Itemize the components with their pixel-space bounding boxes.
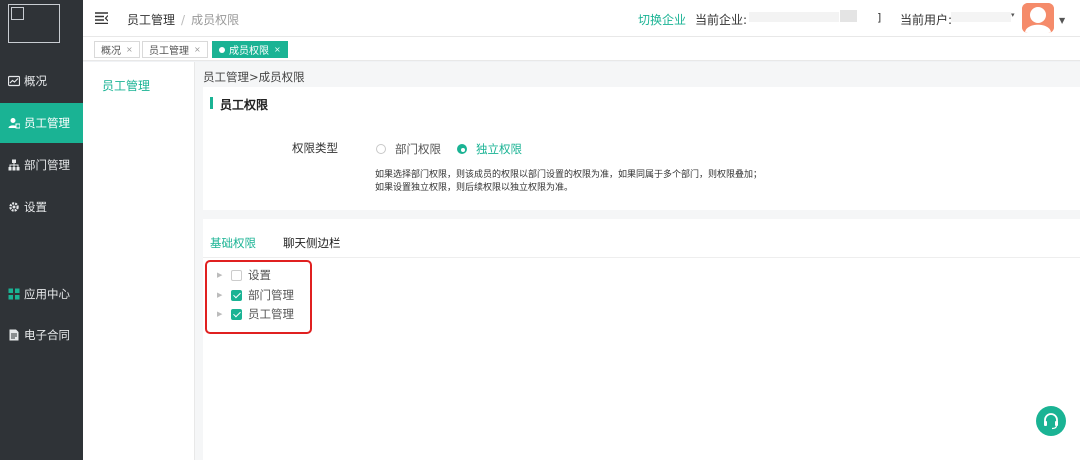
- sidebar-item-e-contract[interactable]: 电子合同: [0, 315, 83, 355]
- document-icon: [8, 329, 20, 341]
- radio-label: 独立权限: [476, 142, 522, 156]
- tab-label: 概况: [101, 46, 121, 57]
- page-breadcrumb: 员工管理>成员权限: [203, 70, 305, 84]
- switch-company-link[interactable]: 切换企业: [638, 11, 686, 28]
- sidebar-item-employees[interactable]: 员工管理: [0, 103, 83, 143]
- menu-toggle-icon[interactable]: [95, 12, 109, 25]
- chart-icon: [8, 75, 20, 87]
- sidebar-item-overview[interactable]: 概况: [0, 61, 83, 101]
- radio-label: 部门权限: [395, 142, 441, 156]
- close-icon[interactable]: ×: [274, 45, 281, 54]
- section-accent-bar: [210, 97, 213, 109]
- tab-chat-sidebar[interactable]: 聊天侧边栏: [283, 235, 341, 251]
- sidebar-item-label: 概况: [24, 74, 47, 88]
- org-chart-icon: [8, 159, 20, 171]
- annotation-highlight-box: [205, 260, 312, 334]
- tab-label: 员工管理: [149, 46, 189, 57]
- tab-member-permissions[interactable]: 成员权限 ×: [212, 41, 288, 58]
- logo-placeholder: [8, 4, 60, 43]
- breadcrumb-separator: /: [181, 13, 186, 27]
- gear-icon: [8, 201, 20, 213]
- permission-hint: 如果选择部门权限，则该成员的权限以部门设置的权限为准，如果同属于多个部门，则权限…: [375, 170, 763, 193]
- avatar[interactable]: [1022, 3, 1054, 33]
- permission-tree-card: 基础权限 聊天侧边栏 ▶ 设置 ▶ 部门管理 ▶ 员工管理: [203, 219, 1080, 460]
- top-header: 员工管理 / 成员权限 切换企业 当前企业: ] 当前用户: ▾ ▼: [83, 0, 1080, 37]
- tabs-divider: [203, 257, 1080, 258]
- sidebar-item-label: 应用中心: [24, 287, 70, 301]
- sidebar-item-label: 部门管理: [24, 158, 70, 172]
- section-title: 员工权限: [220, 98, 269, 112]
- current-company-label: 当前企业:: [695, 13, 748, 27]
- company-name-tail: ]: [877, 11, 882, 24]
- breadcrumb-item[interactable]: 员工管理: [127, 13, 175, 27]
- sidebar-item-label: 电子合同: [24, 328, 70, 342]
- grid-icon: [8, 288, 20, 300]
- current-user-label: 当前用户:: [900, 13, 953, 27]
- radio-department-permission[interactable]: 部门权限: [376, 141, 441, 157]
- active-dot-icon: [219, 46, 225, 53]
- tab-label: 成员权限: [229, 46, 269, 57]
- sidebar-item-settings[interactable]: 设置: [0, 187, 83, 227]
- tab-employees[interactable]: 员工管理 ×: [142, 41, 208, 58]
- small-caret-icon: ▾: [1011, 11, 1015, 19]
- sidebar: 概况 员工管理 部门管理 设置 应用中心 电子合同: [0, 0, 83, 460]
- sidebar-item-app-center[interactable]: 应用中心: [0, 274, 83, 314]
- radio-circle[interactable]: [457, 144, 467, 154]
- permission-type-label: 权限类型: [292, 141, 338, 155]
- chevron-down-icon[interactable]: ▼: [1059, 16, 1065, 25]
- close-icon[interactable]: ×: [194, 45, 201, 54]
- company-name-redacted: [749, 12, 839, 22]
- main-content: 员工管理>成员权限 员工权限 权限类型 部门权限 独立权限 如果选择部门权限，则…: [195, 62, 1080, 460]
- sidebar-item-label: 员工管理: [24, 116, 70, 130]
- tab-overview[interactable]: 概况 ×: [94, 41, 140, 58]
- company-name-redacted: [840, 10, 857, 22]
- breadcrumb-current: 成员权限: [191, 13, 240, 27]
- tab-basic-permissions[interactable]: 基础权限: [210, 235, 256, 251]
- radio-circle[interactable]: [376, 144, 386, 154]
- radio-independent-permission[interactable]: 独立权限: [457, 141, 522, 157]
- headset-icon: [1044, 413, 1058, 430]
- close-icon[interactable]: ×: [126, 45, 133, 54]
- submenu-item-employees[interactable]: 员工管理: [102, 77, 150, 94]
- users-icon: [8, 117, 20, 129]
- sidebar-item-label: 设置: [24, 200, 47, 214]
- secondary-menu: 员工管理: [83, 62, 195, 460]
- permission-type-card: 员工权限 权限类型 部门权限 独立权限 如果选择部门权限，则该成员的权限以部门设…: [203, 87, 1080, 210]
- customer-service-button[interactable]: [1036, 406, 1066, 436]
- user-name-redacted: [951, 12, 1011, 22]
- sidebar-item-departments[interactable]: 部门管理: [0, 145, 83, 185]
- breadcrumb: 员工管理 / 成员权限: [127, 11, 239, 28]
- page-tabs: 概况 × 员工管理 × 成员权限 ×: [83, 37, 1080, 61]
